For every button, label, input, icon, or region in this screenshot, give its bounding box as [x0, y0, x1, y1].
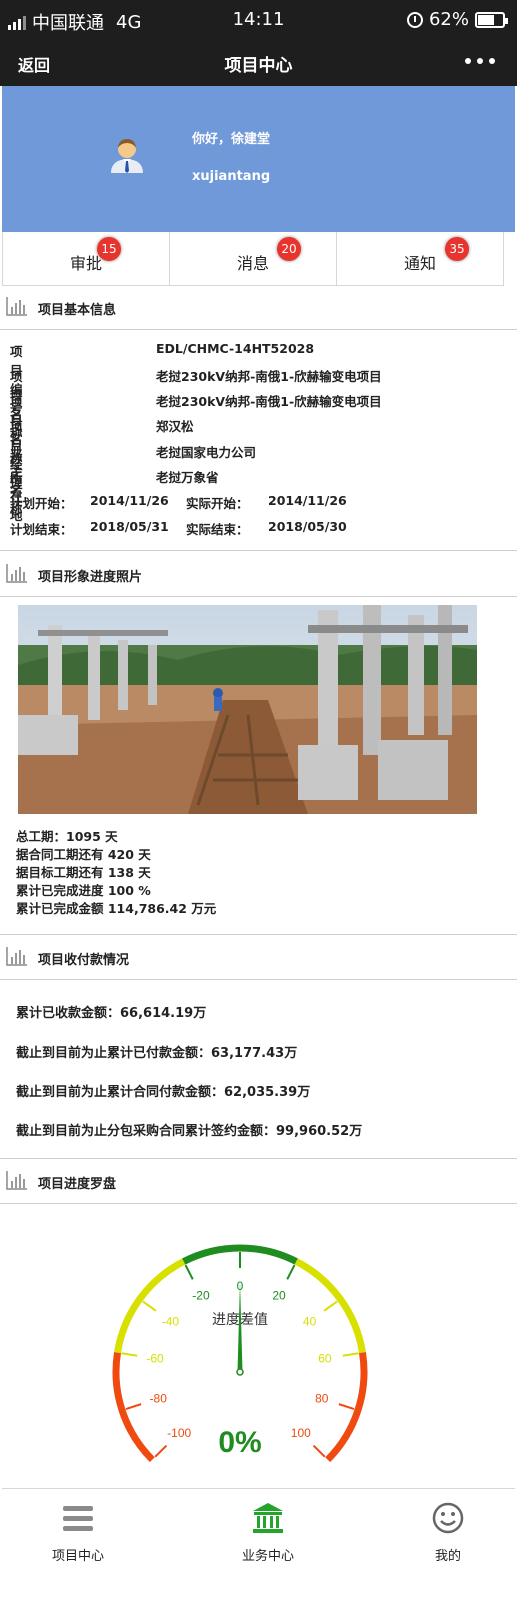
alarm-icon — [406, 11, 423, 28]
list-icon — [63, 1506, 93, 1531]
gauge-tick-label: 20 — [272, 1288, 286, 1302]
messages-badge: 20 — [277, 237, 301, 261]
actual-end-label: 实际结束： — [186, 522, 249, 537]
gauge-tick — [338, 1403, 355, 1411]
actual-end-value: 2018/05/30 — [268, 519, 347, 534]
stat-line: 据目标工期还有 138 天 — [16, 865, 151, 880]
bar-chart-icon — [6, 947, 27, 966]
bar-chart-icon — [6, 297, 27, 316]
gauge-tick — [323, 1300, 338, 1312]
gauge-tick-label: -100 — [167, 1426, 191, 1440]
gauge-tick-label: 100 — [291, 1426, 311, 1440]
tab-messages-label: 消息 — [236, 254, 269, 273]
nav-item-business-center[interactable]: 业务中心 — [208, 1489, 328, 1601]
payment-line: 截止到目前为止累计合同付款金额：62,035.39万 — [16, 1085, 311, 1100]
payment-line: 截止到目前为止分包采购合同累计签约金额：99,960.52万 — [16, 1124, 363, 1139]
info-value: 老挝230kV纳邦-南俄1-欣赫输变电项目 — [156, 394, 382, 409]
nav-item-label: 业务中心 — [241, 1549, 294, 1564]
info-value: 郑汉松 — [156, 419, 194, 434]
gauge-needle-hub — [236, 1368, 244, 1376]
progress-photo[interactable] — [18, 605, 477, 814]
gauge-tick — [142, 1300, 157, 1312]
gauge-needle-pointer — [237, 1282, 243, 1374]
payment-line: 截止到目前为止累计已付款金额：63,177.43万 — [16, 1046, 298, 1061]
actual-start-label: 实际开始： — [186, 496, 249, 511]
tab-approval-label: 审批 — [69, 254, 102, 273]
gauge-value: 0% — [218, 1426, 261, 1459]
stat-line: 据合同工期还有 420 天 — [16, 847, 151, 862]
approval-badge: 15 — [97, 237, 121, 261]
nav-item-label: 我的 — [434, 1549, 461, 1564]
status-right: 62% — [406, 9, 508, 30]
section-header-photos: 项目形象进度照片 — [0, 553, 517, 597]
gauge-tick — [312, 1444, 326, 1458]
gauge-tick-label: 40 — [303, 1314, 317, 1328]
plan-start-value: 2014/11/26 — [90, 493, 169, 508]
section-header-basic-info: 项目基本信息 — [0, 286, 517, 330]
nav-item-project-center[interactable]: 项目中心 — [18, 1489, 138, 1601]
gauge-tick-label: 80 — [315, 1392, 329, 1406]
smiley-icon — [432, 1502, 464, 1534]
tab-approval[interactable]: 审批 15 — [3, 232, 170, 285]
battery-icon — [475, 11, 508, 28]
username-text: xujiantang — [192, 169, 271, 184]
greeting-text: 你好，徐建堂 — [192, 132, 271, 147]
quick-tabs: 审批 15 消息 20 通知 35 — [2, 232, 504, 286]
progress-stats: 总工期：1095 天 据合同工期还有 420 天 据目标工期还有 138 天 累… — [16, 828, 216, 918]
tab-messages[interactable]: 消息 20 — [170, 232, 337, 285]
profile-banner: 你好，徐建堂 xujiantang — [2, 86, 515, 232]
stat-line: 累计已完成金额 114,786.42 万元 — [16, 901, 217, 916]
nav-item-mine[interactable]: 我的 — [388, 1489, 508, 1601]
plan-start-label: 计划开始： — [10, 496, 73, 511]
notifications-badge: 35 — [445, 237, 469, 261]
section-header-compass: 项目进度罗盘 — [0, 1160, 517, 1204]
divider — [0, 934, 517, 935]
more-menu-icon[interactable] — [465, 58, 495, 64]
tab-notifications-label: 通知 — [403, 254, 436, 273]
stat-line: 累计已完成进度 100 % — [16, 883, 151, 898]
gauge-tick — [184, 1264, 194, 1280]
section-title: 项目形象进度照片 — [38, 570, 143, 585]
section-header-payments: 项目收付款情况 — [0, 936, 517, 980]
actual-start-value: 2014/11/26 — [268, 493, 347, 508]
divider — [0, 1158, 517, 1159]
gauge-tick-label: -40 — [162, 1314, 180, 1328]
bank-icon — [253, 1503, 283, 1533]
gauge-tick-label: -60 — [146, 1352, 164, 1366]
bottom-nav: 项目中心 业务中心 我的 — [2, 1488, 515, 1601]
info-value: 老挝国家电力公司 — [156, 445, 257, 460]
gauge-needle — [236, 1282, 244, 1376]
gauge-tick — [154, 1444, 168, 1458]
page-title: 项目中心 — [224, 56, 293, 76]
gauge-tick — [121, 1352, 138, 1357]
plan-end-value: 2018/05/31 — [90, 519, 169, 534]
bar-chart-icon — [6, 1171, 27, 1190]
bar-chart-icon — [6, 564, 27, 583]
info-value: 老挝万象省 — [156, 470, 219, 485]
info-value: 老挝230kV纳邦-南俄1-欣赫输变电项目 — [156, 369, 382, 384]
plan-end-label: 计划结束： — [10, 522, 73, 537]
gauge-tick-label: -20 — [192, 1288, 210, 1302]
avatar-icon — [111, 139, 143, 173]
gauge-tick — [342, 1352, 359, 1357]
divider — [0, 550, 517, 551]
section-title: 项目收付款情况 — [38, 953, 130, 968]
nav-item-label: 项目中心 — [51, 1549, 104, 1564]
tab-notifications[interactable]: 通知 35 — [337, 232, 503, 285]
payment-line: 累计已收款金额：66,614.19万 — [16, 1006, 207, 1021]
nav-bar: 返回 项目中心 — [0, 40, 517, 86]
gauge-tick — [125, 1403, 142, 1411]
gauge-tick-label: -80 — [150, 1392, 168, 1406]
status-bar: 中国联通 4G 14:11 62% — [0, 0, 517, 40]
info-value: EDL/CHMC-14HT52028 — [156, 341, 315, 356]
progress-gauge: -100-80-60-40-20020406080100 进度差值 0% — [112, 1244, 368, 1463]
gauge-tick-label: 60 — [318, 1352, 332, 1366]
stat-line: 总工期：1095 天 — [16, 829, 118, 844]
battery-percent: 62% — [428, 9, 469, 30]
gauge-tick — [286, 1264, 296, 1280]
section-title: 项目进度罗盘 — [38, 1177, 117, 1192]
section-title: 项目基本信息 — [38, 303, 117, 318]
